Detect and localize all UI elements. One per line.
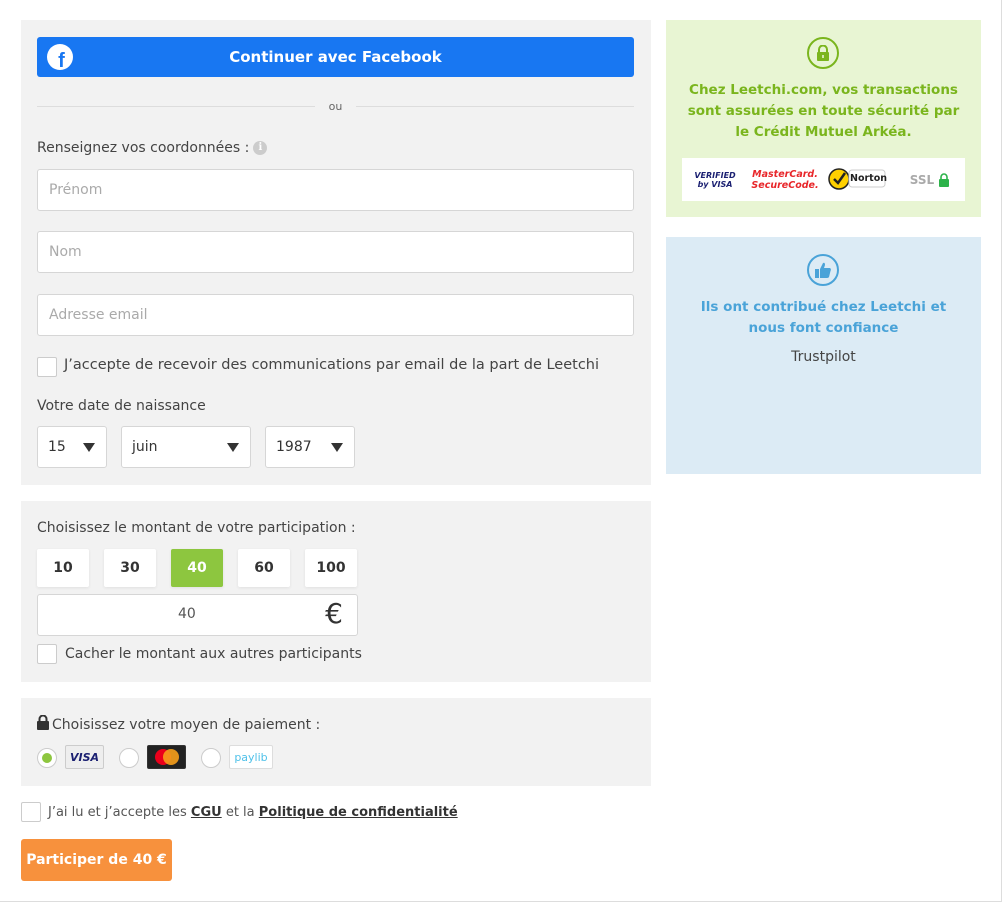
lastname-field[interactable] bbox=[37, 231, 634, 273]
separator-line bbox=[356, 106, 634, 107]
payment-radio-visa[interactable] bbox=[37, 748, 57, 768]
birth-year-select[interactable]: 1987 bbox=[265, 426, 355, 468]
birthdate-label: Votre date de naissance bbox=[37, 398, 206, 414]
trustpilot-label[interactable]: Trustpilot bbox=[682, 349, 965, 365]
birth-month-select[interactable]: juin bbox=[121, 426, 251, 468]
facebook-button-label: Continuer avec Facebook bbox=[229, 48, 442, 66]
identity-label-text: Renseignez vos coordonnées : bbox=[37, 140, 250, 156]
facebook-login-button[interactable]: f Continuer avec Facebook bbox=[37, 37, 634, 77]
email-field[interactable] bbox=[37, 294, 634, 336]
birth-month-value: juin bbox=[132, 439, 158, 455]
chevron-down-icon bbox=[227, 443, 239, 452]
verified-by-visa-badge: VERIFIED by VISA bbox=[694, 171, 736, 189]
thumb-glyph bbox=[815, 262, 831, 278]
amount-option-40[interactable]: 40 bbox=[171, 549, 223, 587]
lock-icon bbox=[807, 37, 839, 69]
ssl-badge: SSL bbox=[908, 166, 952, 194]
identity-label: Renseignez vos coordonnées :i bbox=[37, 140, 268, 156]
identity-panel: f Continuer avec Facebook ou Renseignez … bbox=[21, 20, 651, 485]
amount-label: Choisissez le montant de votre participa… bbox=[37, 520, 356, 536]
chevron-down-icon bbox=[83, 443, 95, 452]
mastercard-icon bbox=[154, 749, 179, 765]
hide-amount-label: Cacher le montant aux autres participant… bbox=[65, 646, 362, 662]
payment-radio-mastercard[interactable] bbox=[119, 748, 139, 768]
amount-option-10[interactable]: 10 bbox=[37, 549, 89, 587]
mastercard-securecode-badge: MasterCard. SecureCode. bbox=[751, 169, 819, 191]
submit-participation-button[interactable]: Participer de 40 € bbox=[21, 839, 172, 881]
terms-middle: et la bbox=[225, 805, 255, 820]
terms-checkbox[interactable] bbox=[21, 802, 41, 822]
visa-logo: VISA bbox=[65, 745, 104, 769]
cgu-link[interactable]: CGU bbox=[191, 805, 222, 820]
euro-icon: € bbox=[325, 597, 343, 630]
amount-option-100[interactable]: 100 bbox=[305, 549, 357, 587]
or-separator: ou bbox=[37, 98, 634, 116]
birth-day-select[interactable]: 15 bbox=[37, 426, 107, 468]
mastercard-logo bbox=[147, 745, 186, 769]
payment-radio-paylib[interactable] bbox=[201, 748, 221, 768]
terms-prefix: J’ai lu et j’accepte les bbox=[48, 805, 187, 820]
amount-input[interactable]: 40 € bbox=[37, 594, 358, 636]
birth-day-value: 15 bbox=[48, 439, 66, 455]
padlock-glyph bbox=[817, 45, 829, 61]
ssl-lock-icon bbox=[939, 173, 950, 187]
amount-option-60[interactable]: 60 bbox=[238, 549, 290, 587]
birth-year-value: 1987 bbox=[276, 439, 312, 455]
payment-label-text: Choisissez votre moyen de paiement : bbox=[52, 717, 321, 733]
newsletter-checkbox[interactable] bbox=[37, 357, 57, 377]
ssl-label: SSL bbox=[909, 173, 935, 187]
security-badges: VERIFIED by VISA MasterCard. SecureCode.… bbox=[682, 158, 965, 201]
norton-badge: Norton bbox=[826, 166, 888, 194]
hide-amount-checkbox[interactable] bbox=[37, 644, 57, 664]
firstname-field[interactable] bbox=[37, 169, 634, 211]
amount-option-30[interactable]: 30 bbox=[104, 549, 156, 587]
trust-panel: Ils ont contribué chez Leetchi et nous f… bbox=[666, 237, 981, 474]
privacy-policy-link[interactable]: Politique de confidentialité bbox=[259, 805, 458, 820]
thumbs-up-icon bbox=[807, 254, 839, 286]
payment-label: Choisissez votre moyen de paiement : bbox=[37, 714, 321, 733]
paylib-logo: paylib bbox=[229, 745, 273, 769]
facebook-icon: f bbox=[47, 44, 73, 70]
amount-value: 40 bbox=[178, 606, 196, 622]
info-icon[interactable]: i bbox=[253, 141, 268, 155]
security-panel: Chez Leetchi.com, vos transactions sont … bbox=[666, 20, 981, 217]
security-text: Chez Leetchi.com, vos transactions sont … bbox=[687, 82, 960, 140]
norton-label: Norton bbox=[850, 173, 887, 184]
newsletter-label: J’accepte de recevoir des communications… bbox=[64, 357, 600, 373]
terms-label: J’ai lu et j’accepte les CGU et la Polit… bbox=[48, 805, 458, 820]
payment-panel: Choisissez votre moyen de paiement : VIS… bbox=[21, 698, 651, 786]
lock-icon bbox=[37, 714, 49, 730]
amount-panel: Choisissez le montant de votre participa… bbox=[21, 501, 651, 682]
trust-text: Ils ont contribué chez Leetchi et nous f… bbox=[700, 299, 947, 336]
chevron-down-icon bbox=[331, 443, 343, 452]
